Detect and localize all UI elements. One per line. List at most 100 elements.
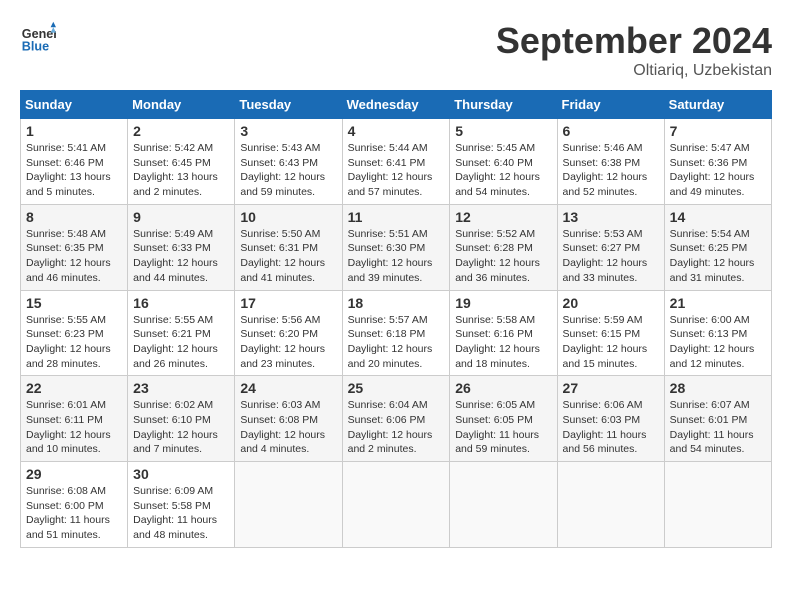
day-number: 4 bbox=[348, 123, 445, 139]
day-info: Sunrise: 6:08 AMSunset: 6:00 PMDaylight:… bbox=[26, 484, 122, 543]
day-info: Sunrise: 5:52 AMSunset: 6:28 PMDaylight:… bbox=[455, 227, 551, 286]
day-info: Sunrise: 5:49 AMSunset: 6:33 PMDaylight:… bbox=[133, 227, 229, 286]
day-info: Sunrise: 6:07 AMSunset: 6:01 PMDaylight:… bbox=[670, 398, 766, 457]
weekday-header-friday: Friday bbox=[557, 91, 664, 119]
day-info: Sunrise: 5:44 AMSunset: 6:41 PMDaylight:… bbox=[348, 141, 445, 200]
day-number: 29 bbox=[26, 466, 122, 482]
logo: General Blue bbox=[20, 20, 56, 56]
weekday-header-monday: Monday bbox=[128, 91, 235, 119]
calendar-cell bbox=[450, 462, 557, 548]
day-number: 21 bbox=[670, 295, 766, 311]
calendar-cell: 17 Sunrise: 5:56 AMSunset: 6:20 PMDayligh… bbox=[235, 290, 342, 376]
calendar-cell: 28 Sunrise: 6:07 AMSunset: 6:01 PMDayligh… bbox=[664, 376, 771, 462]
day-info: Sunrise: 6:05 AMSunset: 6:05 PMDaylight:… bbox=[455, 398, 551, 457]
day-info: Sunrise: 5:57 AMSunset: 6:18 PMDaylight:… bbox=[348, 313, 445, 372]
day-number: 2 bbox=[133, 123, 229, 139]
calendar-cell: 14 Sunrise: 5:54 AMSunset: 6:25 PMDayligh… bbox=[664, 204, 771, 290]
calendar-cell bbox=[235, 462, 342, 548]
calendar-cell: 22Sunrise: 6:01 AMSunset: 6:11 PMDayligh… bbox=[21, 376, 128, 462]
calendar-cell: 24 Sunrise: 6:03 AMSunset: 6:08 PMDayligh… bbox=[235, 376, 342, 462]
day-number: 10 bbox=[240, 209, 336, 225]
day-info: Sunrise: 6:03 AMSunset: 6:08 PMDaylight:… bbox=[240, 398, 336, 457]
day-number: 13 bbox=[563, 209, 659, 225]
month-title: September 2024 bbox=[496, 20, 772, 62]
day-number: 15 bbox=[26, 295, 122, 311]
weekday-header-wednesday: Wednesday bbox=[342, 91, 450, 119]
day-info: Sunrise: 5:55 AMSunset: 6:21 PMDaylight:… bbox=[133, 313, 229, 372]
day-info: Sunrise: 5:54 AMSunset: 6:25 PMDaylight:… bbox=[670, 227, 766, 286]
day-info: Sunrise: 5:42 AMSunset: 6:45 PMDaylight:… bbox=[133, 141, 229, 200]
day-info: Sunrise: 5:50 AMSunset: 6:31 PMDaylight:… bbox=[240, 227, 336, 286]
day-number: 26 bbox=[455, 380, 551, 396]
weekday-header-sunday: Sunday bbox=[21, 91, 128, 119]
calendar-cell: 25 Sunrise: 6:04 AMSunset: 6:06 PMDayligh… bbox=[342, 376, 450, 462]
day-info: Sunrise: 6:04 AMSunset: 6:06 PMDaylight:… bbox=[348, 398, 445, 457]
calendar-week-row: 15 Sunrise: 5:55 AMSunset: 6:23 PMDayligh… bbox=[21, 290, 772, 376]
calendar-cell: 16 Sunrise: 5:55 AMSunset: 6:21 PMDayligh… bbox=[128, 290, 235, 376]
calendar-week-row: 1 Sunrise: 5:41 AMSunset: 6:46 PMDaylight… bbox=[21, 119, 772, 205]
day-info: Sunrise: 5:59 AMSunset: 6:15 PMDaylight:… bbox=[563, 313, 659, 372]
day-info: Sunrise: 5:46 AMSunset: 6:38 PMDaylight:… bbox=[563, 141, 659, 200]
day-info: Sunrise: 5:53 AMSunset: 6:27 PMDaylight:… bbox=[563, 227, 659, 286]
month-title-area: September 2024 Oltiariq, Uzbekistan bbox=[496, 20, 772, 80]
day-info: Sunrise: 5:51 AMSunset: 6:30 PMDaylight:… bbox=[348, 227, 445, 286]
day-number: 30 bbox=[133, 466, 229, 482]
location-title: Oltiariq, Uzbekistan bbox=[496, 62, 772, 80]
day-info: Sunrise: 6:09 AMSunset: 5:58 PMDaylight:… bbox=[133, 484, 229, 543]
calendar-cell: 6 Sunrise: 5:46 AMSunset: 6:38 PMDaylight… bbox=[557, 119, 664, 205]
day-number: 17 bbox=[240, 295, 336, 311]
day-number: 11 bbox=[348, 209, 445, 225]
day-number: 14 bbox=[670, 209, 766, 225]
calendar-week-row: 22Sunrise: 6:01 AMSunset: 6:11 PMDayligh… bbox=[21, 376, 772, 462]
calendar-cell: 23Sunrise: 6:02 AMSunset: 6:10 PMDayligh… bbox=[128, 376, 235, 462]
day-number: 27 bbox=[563, 380, 659, 396]
calendar-cell: 11 Sunrise: 5:51 AMSunset: 6:30 PMDayligh… bbox=[342, 204, 450, 290]
day-number: 23 bbox=[133, 380, 229, 396]
day-info: Sunrise: 5:43 AMSunset: 6:43 PMDaylight:… bbox=[240, 141, 336, 200]
calendar-cell bbox=[342, 462, 450, 548]
day-info: Sunrise: 5:47 AMSunset: 6:36 PMDaylight:… bbox=[670, 141, 766, 200]
day-number: 12 bbox=[455, 209, 551, 225]
calendar-cell: 7 Sunrise: 5:47 AMSunset: 6:36 PMDaylight… bbox=[664, 119, 771, 205]
calendar-week-row: 29 Sunrise: 6:08 AMSunset: 6:00 PMDayligh… bbox=[21, 462, 772, 548]
calendar-cell: 15 Sunrise: 5:55 AMSunset: 6:23 PMDayligh… bbox=[21, 290, 128, 376]
calendar-cell: 3 Sunrise: 5:43 AMSunset: 6:43 PMDaylight… bbox=[235, 119, 342, 205]
calendar-cell: 13 Sunrise: 5:53 AMSunset: 6:27 PMDayligh… bbox=[557, 204, 664, 290]
calendar-cell: 4 Sunrise: 5:44 AMSunset: 6:41 PMDaylight… bbox=[342, 119, 450, 205]
logo-icon: General Blue bbox=[20, 20, 56, 56]
calendar-cell: 9 Sunrise: 5:49 AMSunset: 6:33 PMDaylight… bbox=[128, 204, 235, 290]
day-number: 25 bbox=[348, 380, 445, 396]
day-number: 20 bbox=[563, 295, 659, 311]
day-info: Sunrise: 6:00 AMSunset: 6:13 PMDaylight:… bbox=[670, 313, 766, 372]
day-number: 22 bbox=[26, 380, 122, 396]
calendar-cell: 12 Sunrise: 5:52 AMSunset: 6:28 PMDayligh… bbox=[450, 204, 557, 290]
calendar-cell bbox=[557, 462, 664, 548]
day-number: 1 bbox=[26, 123, 122, 139]
weekday-header-tuesday: Tuesday bbox=[235, 91, 342, 119]
calendar-cell: 21 Sunrise: 6:00 AMSunset: 6:13 PMDayligh… bbox=[664, 290, 771, 376]
calendar-week-row: 8Sunrise: 5:48 AMSunset: 6:35 PMDaylight… bbox=[21, 204, 772, 290]
weekday-header-thursday: Thursday bbox=[450, 91, 557, 119]
day-number: 9 bbox=[133, 209, 229, 225]
day-info: Sunrise: 5:55 AMSunset: 6:23 PMDaylight:… bbox=[26, 313, 122, 372]
day-number: 3 bbox=[240, 123, 336, 139]
day-number: 5 bbox=[455, 123, 551, 139]
day-number: 19 bbox=[455, 295, 551, 311]
day-number: 6 bbox=[563, 123, 659, 139]
calendar-cell: 27Sunrise: 6:06 AMSunset: 6:03 PMDayligh… bbox=[557, 376, 664, 462]
calendar-table: SundayMondayTuesdayWednesdayThursdayFrid… bbox=[20, 90, 772, 548]
calendar-cell: 19 Sunrise: 5:58 AMSunset: 6:16 PMDayligh… bbox=[450, 290, 557, 376]
day-number: 24 bbox=[240, 380, 336, 396]
calendar-cell: 8Sunrise: 5:48 AMSunset: 6:35 PMDaylight… bbox=[21, 204, 128, 290]
calendar-cell: 26 Sunrise: 6:05 AMSunset: 6:05 PMDayligh… bbox=[450, 376, 557, 462]
day-info: Sunrise: 5:45 AMSunset: 6:40 PMDaylight:… bbox=[455, 141, 551, 200]
day-info: Sunrise: 5:41 AMSunset: 6:46 PMDaylight:… bbox=[26, 141, 122, 200]
calendar-cell: 1 Sunrise: 5:41 AMSunset: 6:46 PMDaylight… bbox=[21, 119, 128, 205]
calendar-cell: 20 Sunrise: 5:59 AMSunset: 6:15 PMDayligh… bbox=[557, 290, 664, 376]
day-number: 7 bbox=[670, 123, 766, 139]
day-number: 28 bbox=[670, 380, 766, 396]
day-info: Sunrise: 5:56 AMSunset: 6:20 PMDaylight:… bbox=[240, 313, 336, 372]
day-number: 16 bbox=[133, 295, 229, 311]
day-info: Sunrise: 5:58 AMSunset: 6:16 PMDaylight:… bbox=[455, 313, 551, 372]
svg-text:Blue: Blue bbox=[22, 40, 49, 54]
